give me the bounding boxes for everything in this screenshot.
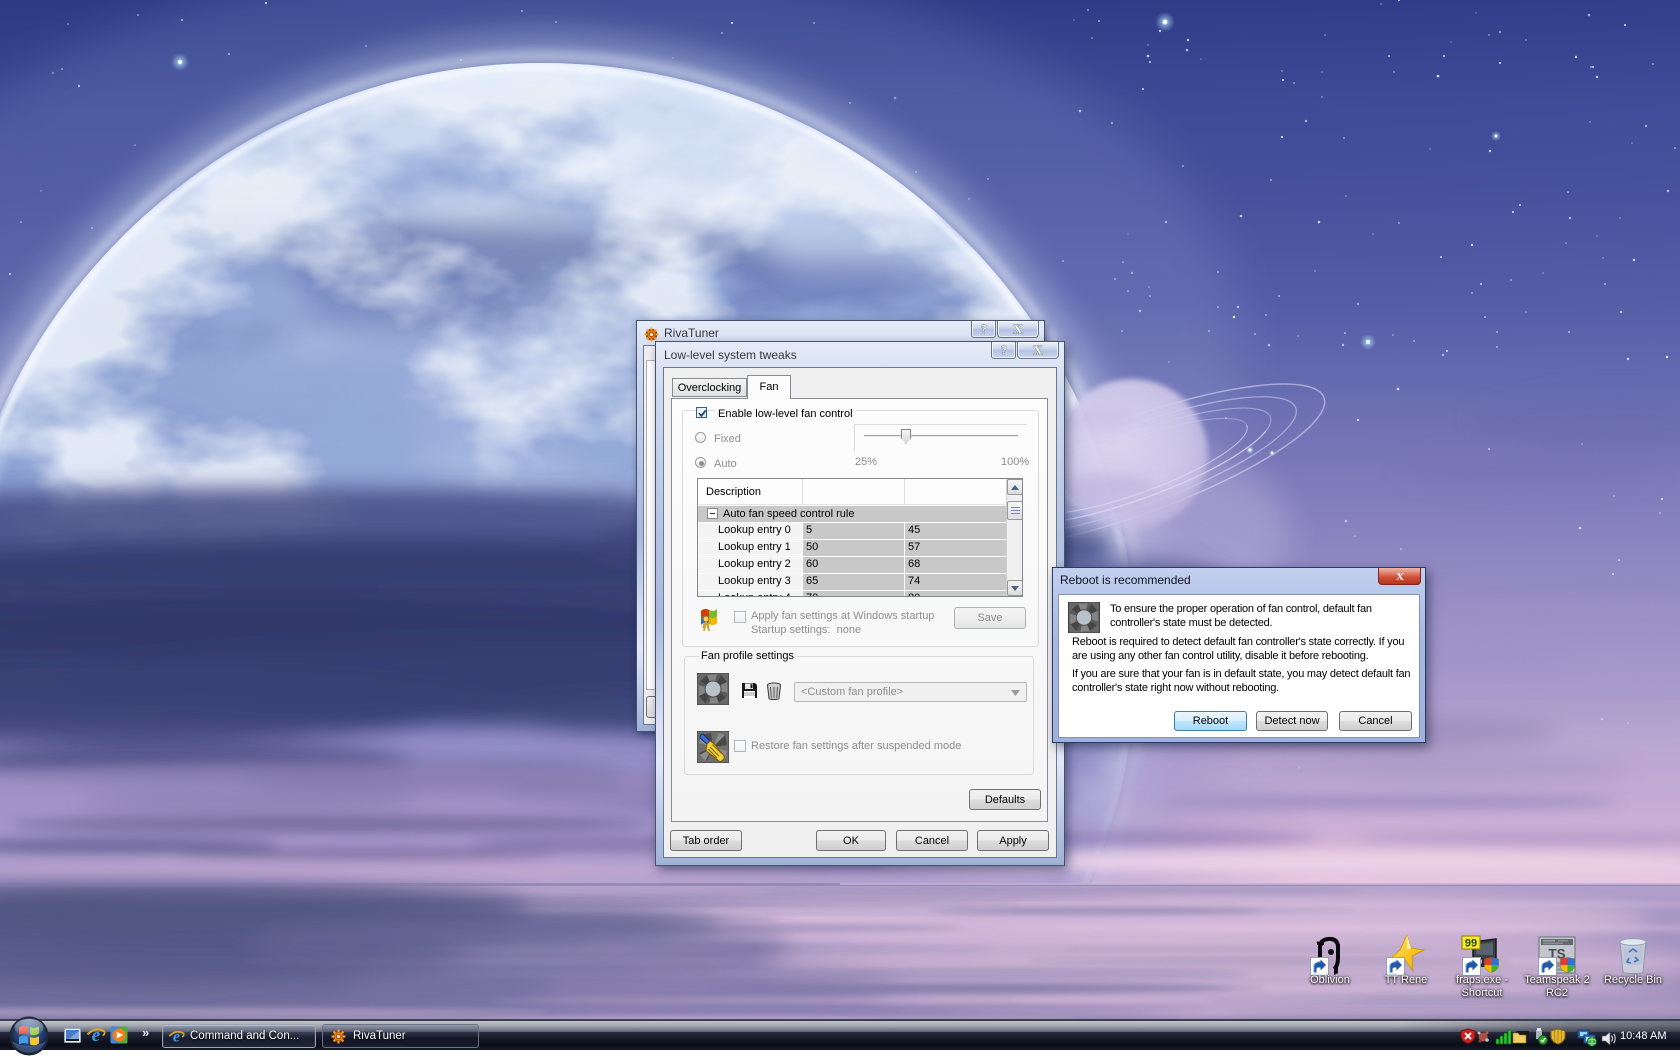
svg-text:?: ?: [980, 322, 987, 336]
svg-text:?: ?: [1000, 343, 1007, 357]
svg-text:X: X: [1033, 343, 1043, 357]
svg-text:X: X: [1396, 571, 1404, 582]
svg-text:99: 99: [1465, 938, 1477, 950]
svg-text:X: X: [1013, 322, 1023, 336]
svg-text:e: e: [92, 1025, 101, 1045]
